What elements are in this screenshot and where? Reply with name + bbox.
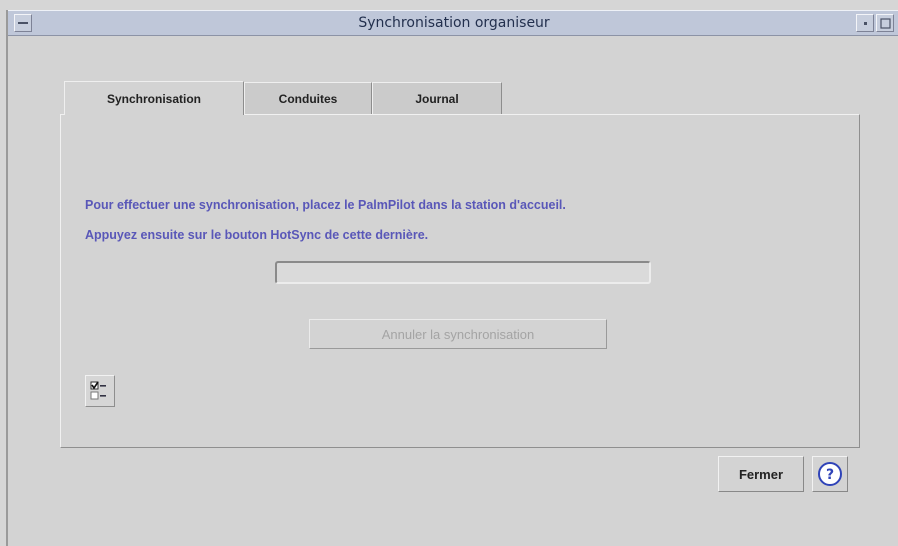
tab-journal[interactable]: Journal	[372, 82, 502, 114]
svg-text:?: ?	[826, 467, 834, 483]
minimize-icon[interactable]	[856, 14, 874, 32]
help-icon[interactable]: ?	[812, 456, 848, 492]
instruction-line-2: Appuyez ensuite sur le bouton HotSync de…	[85, 228, 429, 242]
window-title: Synchronisation organiseur	[358, 15, 550, 31]
maximize-icon[interactable]	[876, 14, 894, 32]
sync-window: Synchronisation organiseur Synchronisati…	[6, 10, 898, 546]
tab-conduites[interactable]: Conduites	[244, 82, 372, 114]
close-button[interactable]: Fermer	[718, 456, 804, 492]
tab-synchronisation[interactable]: Synchronisation	[64, 81, 244, 115]
synchronisation-panel: Pour effectuer une synchronisation, plac…	[60, 114, 860, 448]
cancel-sync-button[interactable]: Annuler la synchronisation	[309, 319, 607, 349]
sync-progress-bar	[275, 261, 651, 284]
checklist-options-icon[interactable]	[85, 375, 115, 407]
title-bar[interactable]: Synchronisation organiseur	[8, 10, 898, 36]
instruction-line-1: Pour effectuer une synchronisation, plac…	[85, 198, 566, 212]
